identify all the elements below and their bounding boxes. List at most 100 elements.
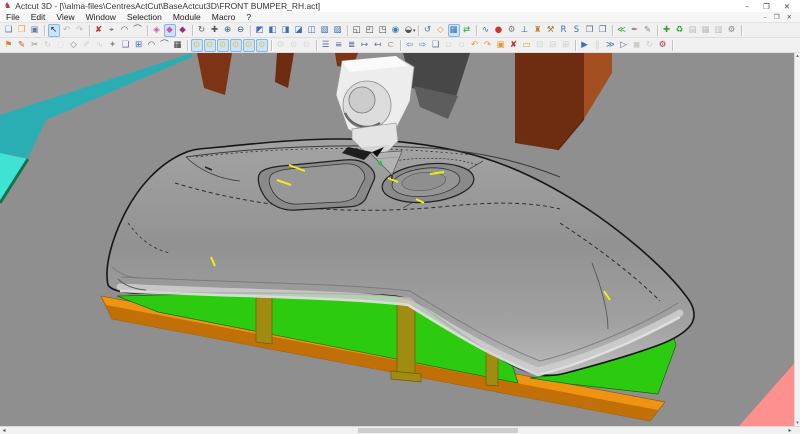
- toolbar-delete-entity[interactable]: ✘: [93, 24, 105, 37]
- toolbar-show-surfaces[interactable]: ⊙: [217, 39, 229, 52]
- toolbar-pick-edge[interactable]: ◆: [177, 24, 189, 37]
- rect-pocket[interactable]: [258, 160, 374, 210]
- toolbar-step-forward[interactable]: ↦: [359, 39, 371, 52]
- scroll-up-arrow[interactable]: ▴: [796, 53, 799, 59]
- toolbar-zoom-out[interactable]: ⊖: [235, 24, 247, 37]
- close-button[interactable]: ✕: [784, 2, 790, 11]
- menu-item-selection[interactable]: Selection: [127, 12, 162, 22]
- horizontal-scroll-thumb[interactable]: [358, 428, 518, 433]
- toolbar-report[interactable]: R: [558, 24, 570, 37]
- scroll-left-arrow[interactable]: ◂: [0, 427, 8, 434]
- child-minimize-button[interactable]: –: [763, 13, 766, 21]
- toolbar-grid[interactable]: ▦: [172, 39, 184, 52]
- toolbar-flag[interactable]: ⚑: [3, 39, 15, 52]
- toolbar-zoom-window[interactable]: ◳: [377, 24, 389, 37]
- toolbar-robot[interactable]: ♜: [532, 24, 544, 37]
- minimize-button[interactable]: –: [745, 2, 749, 11]
- toolbar-open-file[interactable]: ❐: [16, 24, 28, 37]
- toolbar-settings[interactable]: ⚙: [726, 24, 738, 37]
- toolbar-globe-view[interactable]: ◉: [390, 24, 402, 37]
- scroll-right-arrow[interactable]: ▸: [786, 427, 794, 434]
- toolbar-diamond-select[interactable]: ◇: [68, 39, 80, 52]
- toolbar-new-file[interactable]: ❏: [3, 24, 15, 37]
- viewport-3d[interactable]: ▴ ▾: [0, 53, 800, 426]
- toolbar-fit-arc[interactable]: ◠: [119, 24, 131, 37]
- toolbar-recycle-operation[interactable]: ♻: [674, 24, 686, 37]
- toolbar-toolpath[interactable]: ∿: [480, 24, 492, 37]
- toolbar-collision-check[interactable]: ●: [493, 24, 505, 37]
- toolbar-view-left[interactable]: ◪: [293, 24, 305, 37]
- toolbar-zoom-in[interactable]: ⊕: [222, 24, 234, 37]
- toolbar-show-solids[interactable]: ⊙: [230, 39, 242, 52]
- toolbar-move-point[interactable]: ⌖: [106, 24, 118, 37]
- menu-item-module[interactable]: Module: [173, 12, 201, 22]
- toolbar-step-back[interactable]: ↤: [372, 39, 384, 52]
- toolbar-rotate-left[interactable]: ↶: [469, 39, 481, 52]
- toolbar-measure[interactable]: ⊞: [133, 39, 145, 52]
- toolbar-finish-pen[interactable]: ✒: [629, 24, 641, 37]
- toolbar-show-points[interactable]: ⊙: [191, 39, 203, 52]
- toolbar-sim-settings[interactable]: ⚙: [657, 39, 669, 52]
- menu-item-file[interactable]: File: [6, 12, 20, 22]
- toolbar-nav-forward[interactable]: ⇨: [417, 39, 429, 52]
- toolbar-page-copy[interactable]: ❏: [430, 39, 442, 52]
- menu-item-view[interactable]: View: [56, 12, 74, 22]
- toolbar-arc-tool[interactable]: ⌒: [159, 39, 171, 52]
- toolbar-subset[interactable]: ⊂: [385, 39, 397, 52]
- toolbar-delete-op[interactable]: ✘: [508, 39, 520, 52]
- toolbar-view-right[interactable]: ◫: [306, 24, 318, 37]
- toolbar-add-operation[interactable]: ✚: [661, 24, 673, 37]
- toolbar-view-top[interactable]: ▧: [319, 24, 331, 37]
- toolbar-document-2[interactable]: ❐: [597, 24, 609, 37]
- toolbar-probe[interactable]: ⊥: [519, 24, 531, 37]
- toolbar-document-1[interactable]: ❒: [584, 24, 596, 37]
- toolbar-pick-solid[interactable]: ◆: [164, 24, 176, 37]
- toolbar-rotate-right[interactable]: ↷: [482, 39, 494, 52]
- menu-item-macro[interactable]: Macro: [212, 12, 236, 22]
- toolbar-compare[interactable]: ≪: [616, 24, 628, 37]
- toolbar-display-mode[interactable]: ◒▾: [403, 24, 415, 37]
- toolbar-spline[interactable]: ◠: [146, 39, 158, 52]
- toolbar-nav-back[interactable]: ⇦: [404, 39, 416, 52]
- toolbar-tree-view[interactable]: ≡: [333, 39, 345, 52]
- toolbar-layer-list[interactable]: ≣: [346, 39, 358, 52]
- toolbar-sim-fast-forward[interactable]: ≫: [605, 39, 617, 52]
- toolbar-clipboard[interactable]: ❑: [120, 39, 132, 52]
- toolbar-show-curves[interactable]: ⊙: [204, 39, 216, 52]
- toolbar-pan-view[interactable]: ✚: [209, 24, 221, 37]
- toolbar-show-toolpaths[interactable]: ⊙: [243, 39, 255, 52]
- toolbar-fit-view[interactable]: ◱: [351, 24, 363, 37]
- toolbar-paint[interactable]: ✎: [16, 39, 28, 52]
- toolbar-view-back[interactable]: ◨: [280, 24, 292, 37]
- toolbar-tool-library[interactable]: ⚒: [545, 24, 557, 37]
- toolbar-axes-transform[interactable]: ⇄: [461, 24, 473, 37]
- vertical-scrollbar[interactable]: ▴ ▾: [794, 53, 800, 426]
- toolbar-list-view[interactable]: ☰: [320, 39, 332, 52]
- child-restore-button[interactable]: ❐: [774, 13, 780, 21]
- toolbar-show-machine[interactable]: ⊙: [256, 39, 268, 52]
- toolbar-sim-play-start[interactable]: ▶: [579, 39, 591, 52]
- toolbar-snap[interactable]: ✦: [107, 39, 119, 52]
- toolbar-save-file[interactable]: ▣: [29, 24, 41, 37]
- toolbar-turntable[interactable]: ↺: [422, 24, 434, 37]
- toolbar-fit-curve[interactable]: ⌒: [132, 24, 144, 37]
- menu-item-window[interactable]: Window: [86, 12, 116, 22]
- toolbar-edit-pen[interactable]: ✎: [642, 24, 654, 37]
- menu-item-edit[interactable]: Edit: [31, 12, 46, 22]
- toolbar-rotate-view[interactable]: ↻: [196, 24, 208, 37]
- menu-item-help[interactable]: ?: [246, 12, 251, 22]
- toolbar-cut[interactable]: ✂: [29, 39, 41, 52]
- toolbar-view-front[interactable]: ◧: [267, 24, 279, 37]
- scene-3d[interactable]: [0, 53, 800, 426]
- toolbar-pick-surface[interactable]: ◈: [151, 24, 163, 37]
- toolbar-ruler[interactable]: ▭: [521, 39, 533, 52]
- toolbar-sync[interactable]: S: [571, 24, 583, 37]
- toolbar-machine-table[interactable]: ▦: [448, 24, 460, 37]
- toolbar-select-cursor[interactable]: ↖: [48, 24, 60, 37]
- restore-button[interactable]: ❐: [763, 2, 770, 11]
- horizontal-scrollbar[interactable]: ◂ ▸: [0, 426, 800, 434]
- toolbar-zoom-previous[interactable]: ◰: [364, 24, 376, 37]
- toolbar-sim-play[interactable]: ▷: [618, 39, 630, 52]
- toolbar-orange-box[interactable]: ▣: [495, 39, 507, 52]
- toolbar-view-bottom[interactable]: ▨: [332, 24, 344, 37]
